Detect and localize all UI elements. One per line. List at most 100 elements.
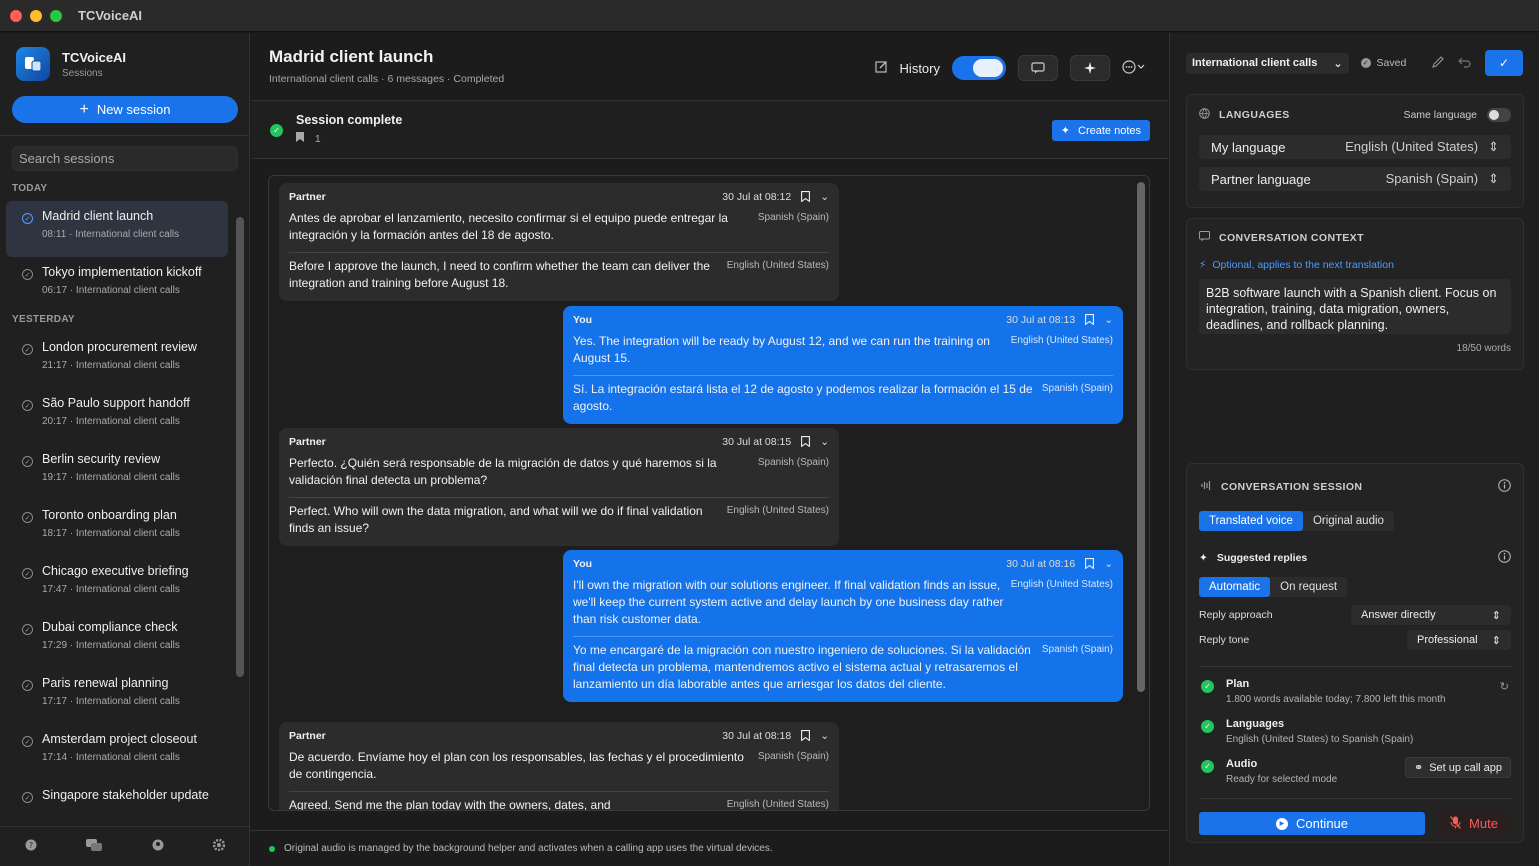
session-item[interactable]: ✓ Dubai compliance check 17:29 · Internati… (6, 612, 228, 668)
reply-tone-select[interactable]: Professional ⇕ (1407, 630, 1511, 650)
partner-language-select[interactable]: Partner language Spanish (Spain) ⇕ (1199, 167, 1511, 191)
original-audio-option[interactable]: Original audio (1303, 511, 1394, 531)
session-item[interactable]: ✓ London procurement review 21:17 · Intern… (6, 332, 228, 388)
setup-call-app-label: Set up call app (1429, 761, 1502, 774)
chevron-down-icon[interactable]: ⌄ (820, 191, 829, 205)
reply-tone-label: Reply tone (1199, 634, 1250, 646)
session-item[interactable]: ✓ Amsterdam project closeout 17:14 · Inter… (6, 724, 228, 780)
transcript-scrollbar[interactable] (1137, 182, 1145, 692)
message-time: 30 Jul at 08:12 (722, 191, 792, 203)
divider (289, 791, 829, 792)
session-time: 08:11 (42, 229, 67, 240)
chevron-down-icon[interactable]: ⌄ (1104, 558, 1113, 572)
session-meta: 17:14 · International client calls (42, 752, 197, 763)
sidebar-scrollbar[interactable] (236, 217, 244, 677)
session-title: Tokyo implementation kickoff (42, 265, 202, 279)
edit-icon[interactable] (874, 60, 888, 76)
bookmark-icon[interactable] (1085, 558, 1095, 572)
message-original-language: Spanish (Spain) (757, 751, 829, 762)
footer-note: Original audio is managed by the backgro… (284, 843, 773, 854)
session-item[interactable]: ✓ Chicago executive briefing 17:47 · Inter… (6, 556, 228, 612)
message-original-language: Spanish (Spain) (757, 457, 829, 468)
session-item[interactable]: ✓ Paris renewal planning 17:17 · Internati… (6, 668, 228, 724)
profile-select[interactable]: International client calls ⌄ (1186, 52, 1349, 74)
bookmark-icon[interactable] (1085, 314, 1095, 328)
stepper-icon: ⇕ (1488, 139, 1499, 154)
on-request-option[interactable]: On request (1270, 577, 1347, 597)
refresh-icon[interactable]: ↻ (1500, 680, 1509, 693)
session-item[interactable]: ✓ Tokyo implementation kickoff 06:17 · Int… (6, 257, 228, 313)
session-category: International client calls (75, 285, 180, 296)
separator-dot: · (67, 752, 76, 763)
languages-heading: LANGUAGES (1219, 109, 1290, 121)
plan-subtitle: 1.800 words available today; 7.800 left … (1226, 694, 1446, 705)
chevron-down-icon[interactable]: ⌄ (1104, 314, 1113, 328)
ai-assist-button[interactable] (1070, 55, 1110, 81)
chevron-down-icon[interactable]: ⌄ (820, 436, 829, 450)
session-title: London procurement review (42, 340, 197, 354)
session-item[interactable]: ✓ Madrid client launch 08:11 · Internation… (6, 201, 228, 257)
settings-icon[interactable] (213, 838, 226, 854)
context-textarea[interactable]: B2B software launch with a Spanish clien… (1199, 279, 1511, 334)
translated-voice-option[interactable]: Translated voice (1199, 511, 1303, 531)
session-item[interactable]: ✓ Singapore stakeholder update (6, 780, 228, 823)
pencil-icon[interactable] (1432, 55, 1444, 71)
session-category: International client calls (75, 360, 180, 371)
chevron-down-icon: ⌄ (1333, 57, 1343, 70)
setup-call-app-button[interactable]: ⚭ Set up call app (1405, 757, 1511, 778)
session-item[interactable]: ✓ Berlin security review 19:17 · Internati… (6, 444, 228, 500)
history-toggle[interactable] (952, 56, 1006, 80)
info-icon[interactable] (1498, 550, 1511, 566)
message-speaker: You (573, 314, 593, 326)
bookmark-icon[interactable] (801, 436, 811, 450)
mute-button[interactable]: Mute (1437, 812, 1511, 835)
same-language-label: Same language (1403, 109, 1477, 121)
bookmark-icon[interactable] (801, 730, 811, 744)
close-window-button[interactable] (10, 9, 22, 22)
session-item[interactable]: ✓ Toronto onboarding plan 18:17 · Internat… (6, 500, 228, 556)
minimize-window-button[interactable] (30, 9, 42, 22)
continue-button[interactable]: ▶ Continue (1199, 812, 1425, 835)
stepper-icon: ⇕ (1488, 171, 1499, 186)
session-item[interactable]: ✓ São Paulo support handoff 20:17 · Intern… (6, 388, 228, 444)
session-meta: 17:29 · International client calls (42, 640, 180, 651)
transcript-button[interactable] (1018, 55, 1058, 81)
info-icon[interactable] (1498, 479, 1511, 495)
same-language-toggle[interactable] (1487, 108, 1511, 122)
session-meta: 06:17 · International client calls (42, 285, 202, 296)
languages-card: LANGUAGES Same language My language Engl… (1186, 94, 1524, 208)
languages-status: ✓ Languages English (United States) to S… (1201, 718, 1413, 745)
check-circle-icon: ✓ (1360, 58, 1371, 68)
profile-select-value: International client calls (1192, 57, 1318, 69)
session-group-label: TODAY (12, 183, 48, 194)
divider (573, 375, 1113, 376)
account-icon[interactable] (152, 839, 164, 854)
chat-icon[interactable] (86, 839, 103, 854)
bookmark-icon[interactable] (801, 191, 811, 205)
conversation-transcript[interactable]: Partner 30 Jul at 08:12 ⌄ Antes de aprobar … (268, 175, 1150, 811)
session-title: Amsterdam project closeout (42, 732, 197, 746)
chevron-down-icon[interactable]: ⌄ (820, 730, 829, 744)
confirm-button[interactable]: ✓ (1485, 50, 1523, 76)
help-icon[interactable]: ? (25, 839, 37, 854)
search-input[interactable] (12, 146, 238, 171)
context-hint-text: Optional, applies to the next translatio… (1212, 259, 1394, 271)
reply-approach-select[interactable]: Answer directly ⇕ (1351, 605, 1511, 625)
maximize-window-button[interactable] (50, 9, 62, 22)
message-bubble: Partner 30 Jul at 08:12 ⌄ Antes de aprobar … (279, 183, 839, 301)
check-circle-icon: ✓ (22, 680, 33, 691)
bolt-icon: ⚡ (1199, 259, 1207, 271)
divider (289, 497, 829, 498)
audio-status-subtitle: Ready for selected mode (1226, 774, 1338, 785)
check-icon: ✓ (1498, 56, 1510, 70)
create-notes-button[interactable]: ✦ Create notes (1051, 120, 1150, 141)
more-options-icon[interactable] (1122, 59, 1146, 77)
automatic-option[interactable]: Automatic (1199, 577, 1271, 597)
app-logo-icon (16, 47, 50, 81)
message-original: I'll own the migration with our solution… (573, 578, 1004, 626)
new-session-button[interactable]: + New session (12, 96, 238, 123)
undo-icon[interactable] (1458, 56, 1471, 71)
main-footer: Original audio is managed by the backgro… (251, 830, 1168, 866)
my-language-select[interactable]: My language English (United States) ⇕ (1199, 135, 1511, 159)
languages-status-subtitle: English (United States) to Spanish (Spai… (1226, 734, 1414, 745)
